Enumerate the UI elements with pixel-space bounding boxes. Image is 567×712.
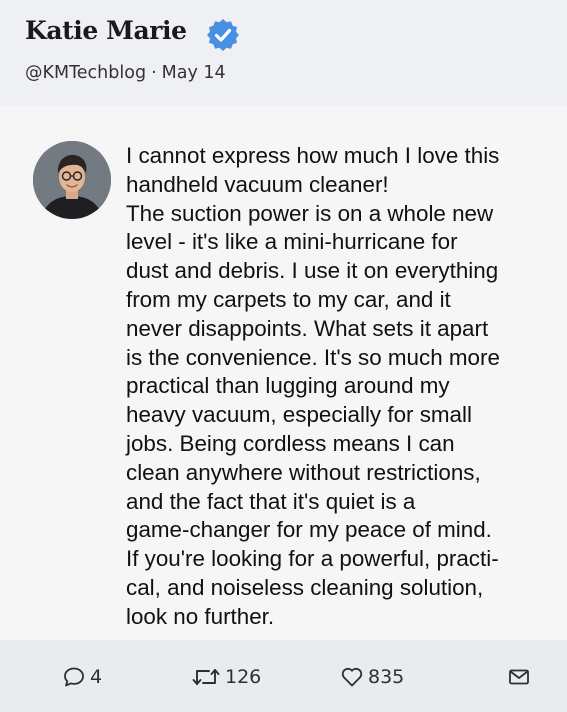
tweet-header: Katie Marie @KMTechblog · May 14 <box>0 0 567 106</box>
handle-and-date: @KMTechblog · May 14 <box>25 63 226 83</box>
tweet-text-line: heavy vacuum, especially for small <box>126 402 472 428</box>
reply-count: 4 <box>90 666 103 688</box>
heart-icon <box>341 667 363 687</box>
retweet-icon <box>192 669 220 685</box>
tweet-text-line: handheld vacuum cleaner! <box>126 171 389 197</box>
like-button[interactable]: 835 <box>340 665 404 689</box>
retweet-count: 126 <box>225 666 262 688</box>
reply-button[interactable]: 4 <box>62 665 102 689</box>
reply-bubble-icon <box>64 667 84 687</box>
retweet-button[interactable]: 126 <box>191 665 261 689</box>
author-handle[interactable]: @KMTechblog <box>25 63 146 83</box>
tweet-text-line: game-changer for my peace of mind. <box>126 517 492 543</box>
tweet-text-line: jobs. Being cordless means I can <box>126 430 455 456</box>
envelope-icon <box>509 669 529 685</box>
tweet-text-line: If you're looking for a powerful, practi… <box>126 546 499 572</box>
tweet-text-line: never disappoints. What sets it apart <box>126 315 489 341</box>
share-button[interactable] <box>507 665 531 689</box>
tweet-text-line: and the fact that it's quiet is a <box>126 488 416 514</box>
tweet-text-line: level - it's like a mini-hurricane for <box>126 229 458 255</box>
tweet-text-line: I cannot express how much I love this <box>126 143 500 168</box>
tweet-date[interactable]: May 14 <box>162 63 226 83</box>
tweet-text-line: dust and debris. I use it on everything <box>126 258 499 284</box>
tweet-text-line: The suction power is on a whole new <box>126 200 494 226</box>
tweet-text-line: is the convenience. It's so much more <box>126 344 500 370</box>
separator-dot: · <box>151 63 157 83</box>
tweet-text-line: clean anywhere without restrictions, <box>126 459 481 485</box>
avatar-image <box>33 141 111 219</box>
author-name[interactable]: Katie Marie <box>25 16 187 45</box>
like-count: 835 <box>368 666 405 688</box>
avatar[interactable] <box>33 141 111 219</box>
tweet-text-line: look no further. <box>126 603 275 629</box>
tweet-text-line: from my carpets to my car, and it <box>126 286 451 312</box>
tweet-text: I cannot express how much I love this han… <box>126 142 542 632</box>
tweet-text-line: practical than lugging around my <box>126 373 450 399</box>
tweet-text-line: cal, and noiseless cleaning solution, <box>126 574 484 600</box>
verified-badge-icon <box>207 19 239 51</box>
